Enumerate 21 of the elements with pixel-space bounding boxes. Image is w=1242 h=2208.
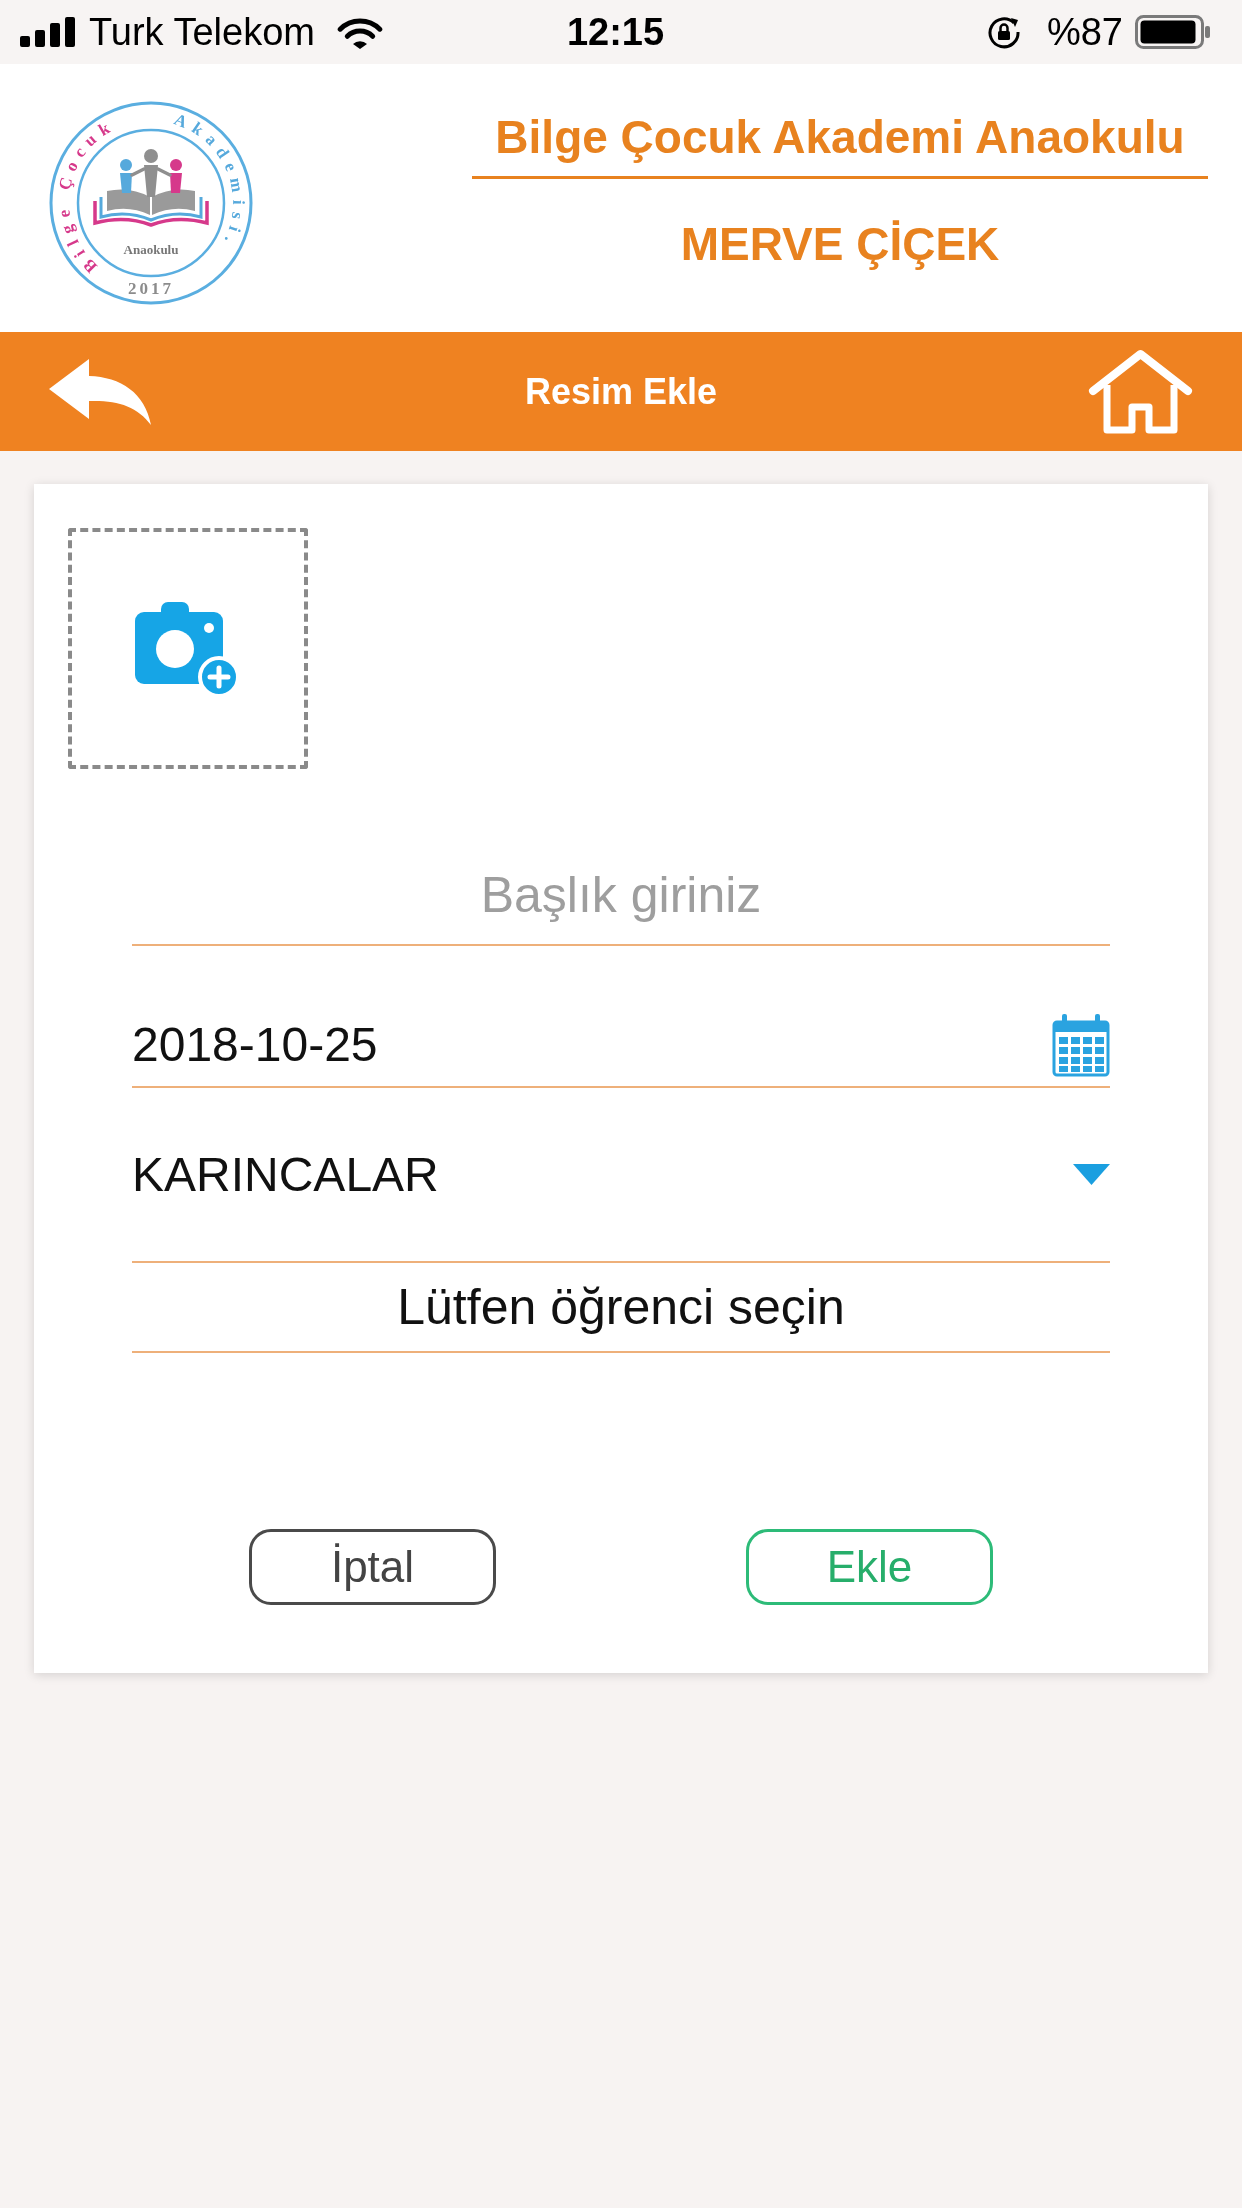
title-field[interactable]: Başlık giriniz — [132, 845, 1110, 946]
screen-title: Resim Ekle — [524, 373, 718, 410]
logo-text: Anaokulu — [123, 242, 179, 257]
logo-year: 2017 — [128, 279, 174, 298]
battery-percent: %87 — [1046, 13, 1123, 51]
rotation-lock-icon — [986, 15, 1021, 49]
home-icon[interactable] — [1088, 349, 1193, 434]
caret-icon — [1073, 1164, 1110, 1185]
cancel-button[interactable]: İptal — [249, 1529, 496, 1605]
user-name: MERVE ÇİÇEK — [680, 218, 1000, 270]
battery-icon — [1135, 15, 1211, 49]
photo-upload-area[interactable] — [68, 528, 308, 769]
class-dropdown[interactable]: KARINCALAR — [132, 1088, 1110, 1263]
school-name: Bilge Çocuk Akademi Anaokulu — [495, 111, 1185, 163]
clock-time: 12:15 — [566, 13, 665, 51]
calendar-icon[interactable] — [1052, 1013, 1110, 1077]
date-field[interactable]: 2018-10-25 — [132, 946, 1110, 1088]
carrier-name: Turk Telekom — [89, 13, 315, 51]
back-icon[interactable] — [49, 358, 151, 425]
student-picker[interactable]: Lütfen öğrenci seçin — [132, 1263, 1110, 1353]
signal-icon — [20, 17, 75, 47]
